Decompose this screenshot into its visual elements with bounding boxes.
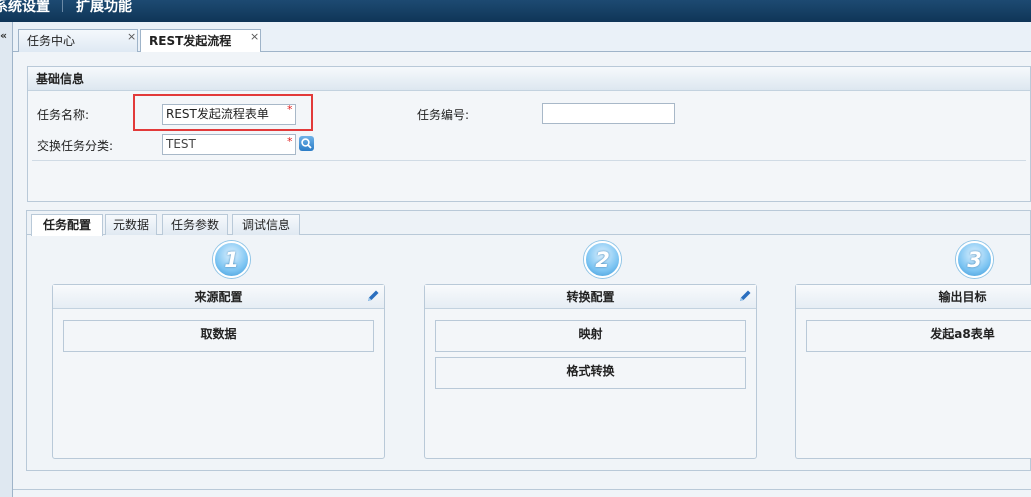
category-input[interactable]: TEST [162, 134, 296, 155]
panel-divider [32, 160, 1026, 161]
output-target-header: 输出目标 [796, 285, 1031, 309]
step-number: 3 [967, 248, 982, 272]
task-name-label: 任务名称: [37, 108, 90, 122]
item-label: 取数据 [200, 327, 237, 341]
tab-debug-info[interactable]: 调试信息 [232, 214, 300, 235]
task-number-input[interactable] [542, 103, 675, 124]
transform-config-box: 转换配置 映射 格式转换 [424, 284, 757, 459]
bottom-border [13, 489, 1031, 490]
tab-label: 任务中心 [27, 34, 76, 48]
left-collapse-strip: « [0, 22, 13, 497]
tab-label: 任务配置 [42, 218, 91, 232]
content-area: 基础信息 任务名称: REST发起流程表单 * 任务编号: 交换任务分类: TE… [13, 52, 1031, 497]
tab-label: 调试信息 [241, 218, 290, 232]
item-label: 发起a8表单 [930, 327, 995, 341]
tab-label: REST发起流程 [149, 34, 232, 48]
transform-config-title: 转换配置 [566, 290, 615, 304]
output-target-title: 输出目标 [938, 290, 987, 304]
collapse-left-icon[interactable]: « [0, 30, 10, 42]
menu-separator [62, 0, 63, 12]
edit-pencil-icon[interactable] [737, 288, 753, 304]
tab-task-center[interactable]: 任务中心 × [18, 29, 138, 52]
step-number: 2 [595, 248, 610, 272]
tab-task-params[interactable]: 任务参数 [162, 214, 228, 235]
required-mark: * [287, 135, 293, 148]
transform-config-header: 转换配置 [425, 285, 756, 309]
edit-pencil-icon[interactable] [365, 288, 381, 304]
tab-rest-flow[interactable]: REST发起流程 × [140, 29, 261, 53]
source-config-title: 来源配置 [194, 290, 243, 304]
tab-strip: 任务中心 × REST发起流程 × [13, 22, 1031, 53]
output-item-a8-form[interactable]: 发起a8表单 [806, 320, 1031, 352]
source-config-box: 来源配置 取数据 [52, 284, 385, 459]
step-badge-2: 2 [584, 241, 621, 278]
source-config-header: 来源配置 [53, 285, 384, 309]
search-icon[interactable] [299, 136, 314, 151]
basic-info-header: 基础信息 [28, 67, 1030, 91]
basic-info-panel: 基础信息 任务名称: REST发起流程表单 * 任务编号: 交换任务分类: TE… [27, 66, 1031, 202]
task-name-input[interactable]: REST发起流程表单 [162, 104, 296, 125]
item-label: 格式转换 [566, 364, 615, 378]
output-target-box: 输出目标 发起a8表单 [795, 284, 1031, 459]
close-icon[interactable]: × [250, 31, 259, 42]
basic-info-title: 基础信息 [36, 72, 85, 86]
transform-item-mapping[interactable]: 映射 [435, 320, 746, 352]
config-tab-bar: 任务配置 元数据 任务参数 调试信息 [27, 211, 1030, 236]
menu-system-settings[interactable]: 系统设置 [0, 0, 50, 22]
tab-task-config[interactable]: 任务配置 [31, 214, 103, 236]
step-badge-3: 3 [956, 241, 993, 278]
tab-label: 任务参数 [170, 218, 219, 232]
menu-extensions[interactable]: 扩展功能 [76, 0, 132, 22]
source-item-fetch-data[interactable]: 取数据 [63, 320, 374, 352]
required-mark: * [287, 103, 293, 116]
task-number-label: 任务编号: [417, 108, 470, 122]
task-config-panel: 任务配置 元数据 任务参数 调试信息 1 来源配置 取数据 2 转换配置 映射 … [26, 210, 1031, 471]
tab-label: 元数据 [112, 218, 149, 232]
transform-item-format[interactable]: 格式转换 [435, 357, 746, 389]
close-icon[interactable]: × [127, 31, 136, 42]
item-label: 映射 [578, 327, 603, 341]
category-label: 交换任务分类: [37, 139, 114, 153]
tab-metadata[interactable]: 元数据 [105, 214, 157, 235]
top-menu-bar: 系统设置 扩展功能 [0, 0, 1031, 22]
step-badge-1: 1 [213, 241, 250, 278]
step-number: 1 [224, 248, 239, 272]
